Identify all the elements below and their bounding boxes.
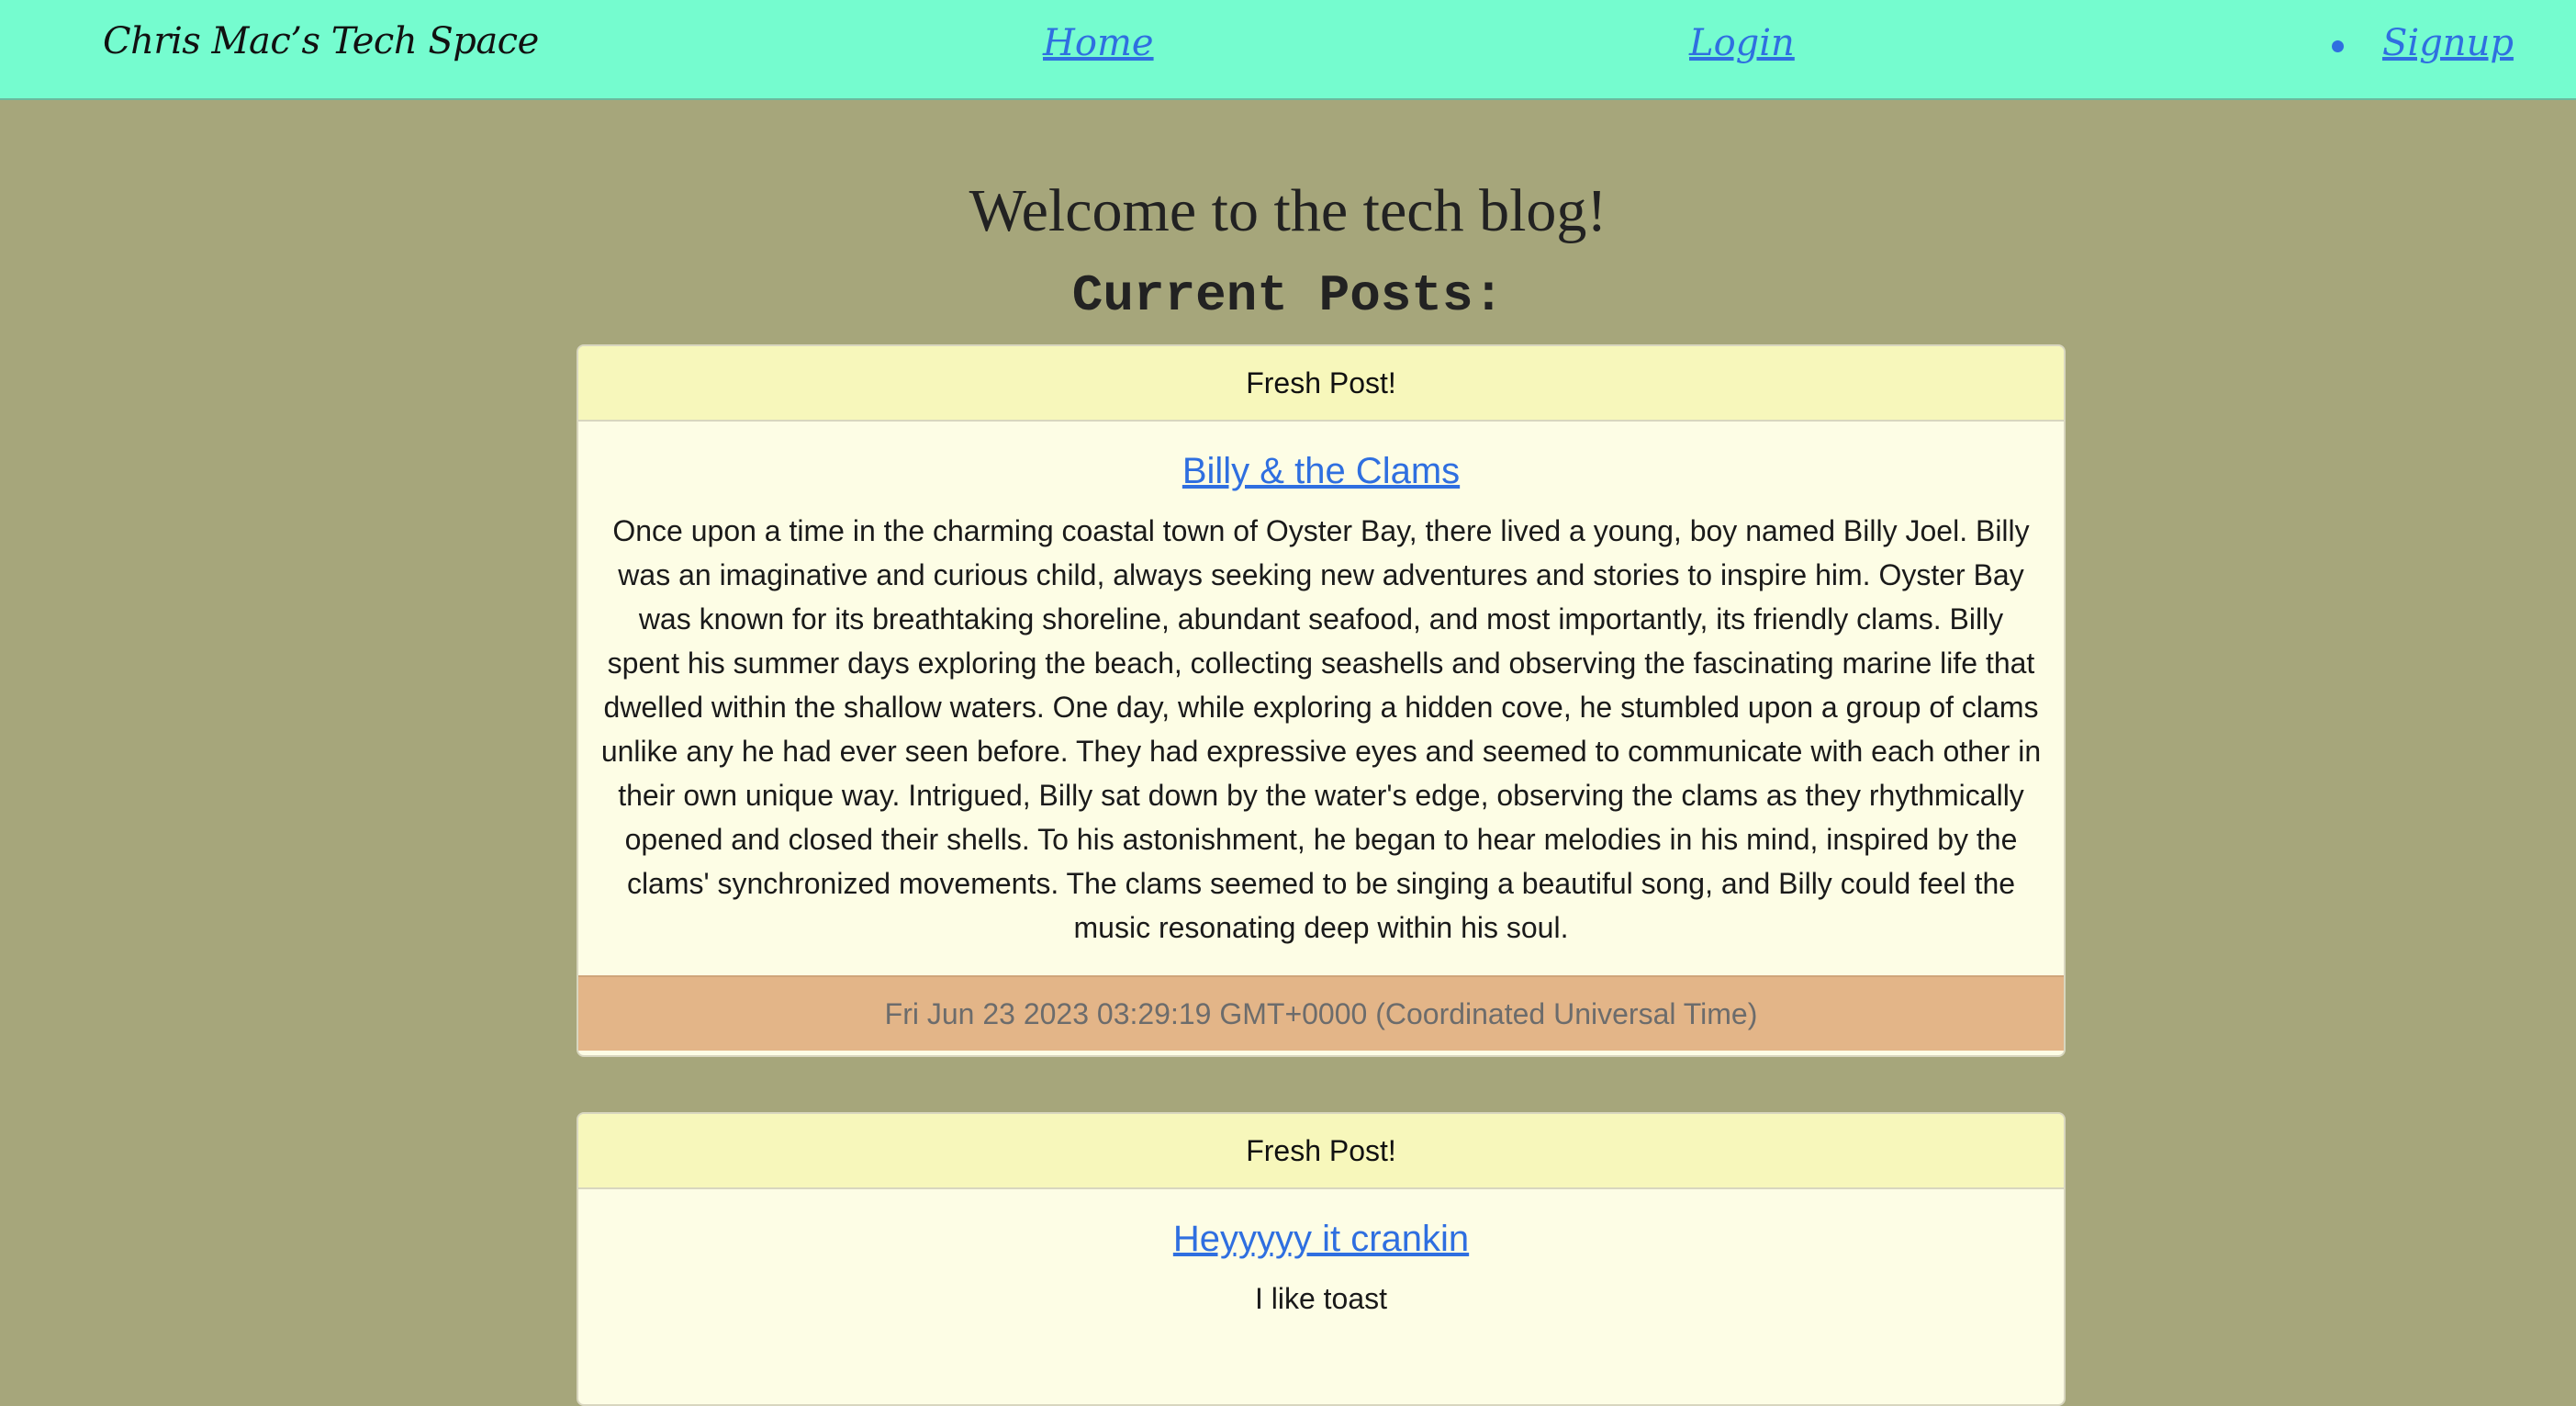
nav-login-link[interactable]: Login [1689, 22, 1795, 64]
bullet-icon [2332, 40, 2344, 52]
post-title-link[interactable]: Heyyyyy it crankin [1173, 1219, 1469, 1260]
post-card-header: Fresh Post! [578, 346, 2064, 422]
post-card-header: Fresh Post! [578, 1114, 2064, 1189]
page-title: Welcome to the tech blog! [969, 177, 1607, 244]
post-card: Fresh Post! Heyyyyy it crankin I like to… [577, 1112, 2066, 1406]
nav-home-link[interactable]: Home [1043, 22, 1154, 64]
post-card-body: Billy & the Clams Once upon a time in th… [578, 422, 2064, 975]
post-timestamp: Fri Jun 23 2023 03:29:19 GMT+0000 (Coord… [578, 975, 2064, 1051]
section-heading: Current Posts: [1071, 266, 1505, 325]
navbar: Chris Mac’s Tech Space Home Login Signup [0, 0, 2576, 100]
post-text: I like toast [1254, 1282, 1388, 1315]
post-card: Fresh Post! Billy & the Clams Once upon … [577, 344, 2066, 1057]
site-brand[interactable]: Chris Mac’s Tech Space [103, 20, 539, 62]
post-title-link[interactable]: Billy & the Clams [1182, 451, 1460, 492]
post-text: Once upon a time in the charming coastal… [600, 514, 2042, 944]
nav-signup-link[interactable]: Signup [2382, 22, 2514, 64]
post-card-body: Heyyyyy it crankin I like toast [578, 1189, 2064, 1346]
